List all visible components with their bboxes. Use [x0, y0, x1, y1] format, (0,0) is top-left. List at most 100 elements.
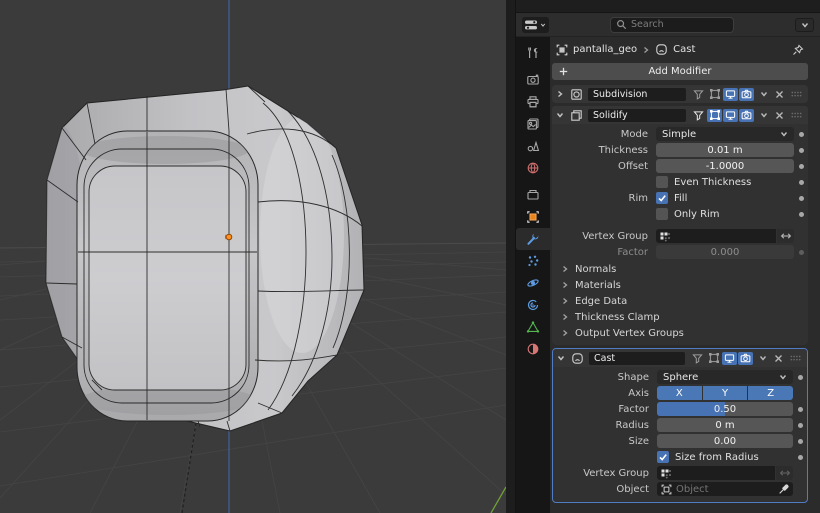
object-origin[interactable]: [224, 233, 233, 241]
object-field[interactable]: Object: [657, 482, 793, 496]
blender-window: pantalla_geo Cast Add Modifier Subdivisi: [0, 0, 820, 513]
section-edge-data[interactable]: Edge Data: [552, 293, 808, 309]
add-modifier-button[interactable]: Add Modifier: [552, 63, 808, 80]
material-sphere-icon: [526, 342, 540, 356]
thickness-field[interactable]: 0.01 m: [656, 143, 794, 157]
section-label: Normals: [575, 263, 617, 275]
tab-particles[interactable]: [516, 250, 550, 272]
decorator-dot[interactable]: [794, 249, 808, 255]
tab-material[interactable]: [516, 338, 550, 360]
decorator-dot[interactable]: [794, 195, 808, 201]
edit-mode-display-toggle[interactable]: [706, 352, 721, 365]
viewport-display-toggle[interactable]: [722, 351, 737, 365]
vertex-group-filter-toggle[interactable]: [691, 88, 706, 101]
vertex-group-filter-toggle[interactable]: [691, 109, 706, 122]
tab-render[interactable]: [516, 69, 550, 91]
edit-mode-display-toggle[interactable]: [707, 108, 722, 122]
drag-grip-icon[interactable]: [789, 110, 804, 120]
radius-field[interactable]: 0 m: [657, 418, 793, 432]
properties-header: [516, 13, 820, 37]
section-thickness-clamp[interactable]: Thickness Clamp: [552, 309, 808, 325]
decorator-dot[interactable]: [793, 438, 807, 444]
drag-grip-icon[interactable]: [788, 353, 803, 363]
breadcrumb-object[interactable]: pantalla_geo: [573, 44, 637, 55]
close-icon[interactable]: [773, 90, 786, 99]
breadcrumb-active[interactable]: Cast: [673, 44, 695, 55]
render-display-toggle[interactable]: [738, 351, 753, 365]
render-display-toggle[interactable]: [739, 87, 754, 101]
tab-object[interactable]: [516, 206, 550, 228]
decorator-dot[interactable]: [793, 406, 807, 412]
tab-world[interactable]: [516, 157, 550, 179]
section-normals[interactable]: Normals: [552, 261, 808, 277]
tab-tool[interactable]: [516, 42, 550, 64]
vertex-group-field[interactable]: [657, 466, 775, 480]
factor-slider[interactable]: 0.50: [657, 402, 793, 416]
object-row: Object Object: [553, 482, 807, 496]
3d-viewport[interactable]: [0, 0, 506, 513]
decorator-dot[interactable]: [793, 454, 807, 460]
decorator-dot[interactable]: [794, 211, 808, 217]
viewport-display-toggle[interactable]: [723, 108, 738, 122]
section-output-vertex-groups[interactable]: Output Vertex Groups: [552, 325, 808, 341]
chevron-right-icon: [561, 281, 569, 289]
mesh-object[interactable]: [32, 85, 365, 432]
size-from-radius-checkbox[interactable]: [657, 451, 669, 463]
collapse-chevron-icon[interactable]: [557, 354, 568, 362]
eyedropper-icon[interactable]: [778, 484, 789, 495]
axis-z-button[interactable]: Z: [748, 386, 794, 400]
size-field[interactable]: 0.00: [657, 434, 793, 448]
close-icon[interactable]: [772, 354, 785, 363]
editor-type-button[interactable]: [522, 16, 549, 33]
extras-chevron-icon[interactable]: [757, 90, 770, 98]
modifier-name-field[interactable]: Cast: [589, 351, 685, 365]
tab-scene[interactable]: [516, 135, 550, 157]
decorator-dot[interactable]: [793, 374, 807, 380]
tab-object-data[interactable]: [516, 316, 550, 338]
modifier-panel-solidify: Solidify Mode Simple Thickness 0.01 m Of…: [552, 106, 808, 345]
decorator-dot[interactable]: [794, 131, 808, 137]
shape-dropdown[interactable]: Sphere: [657, 370, 793, 384]
axis-x-button[interactable]: X: [657, 386, 702, 400]
edit-mode-display-toggle[interactable]: [707, 88, 722, 101]
drag-grip-icon[interactable]: [789, 89, 804, 99]
vertex-group-field[interactable]: [656, 229, 776, 243]
vertex-group-filter-toggle[interactable]: [690, 352, 705, 365]
offset-field[interactable]: -1.0000: [656, 159, 794, 173]
extras-chevron-icon[interactable]: [757, 111, 770, 119]
search-box[interactable]: [610, 16, 734, 33]
factor-slider[interactable]: 0.000: [656, 245, 794, 259]
decorator-dot[interactable]: [794, 179, 808, 185]
properties-tab-column: [516, 37, 550, 513]
header-options-button[interactable]: [795, 17, 814, 32]
tab-constraints[interactable]: [516, 294, 550, 316]
render-display-toggle[interactable]: [739, 108, 754, 122]
tab-view-layer[interactable]: [516, 113, 550, 135]
expand-chevron-icon[interactable]: [556, 90, 567, 98]
tab-output[interactable]: [516, 91, 550, 113]
collapse-chevron-icon[interactable]: [556, 111, 567, 119]
section-materials[interactable]: Materials: [552, 277, 808, 293]
modifier-name-field[interactable]: Solidify: [588, 108, 686, 122]
region-divider[interactable]: [506, 0, 516, 513]
tab-modifiers[interactable]: [516, 228, 550, 250]
tab-physics[interactable]: [516, 272, 550, 294]
invert-vertex-group-button[interactable]: [777, 229, 794, 243]
invert-vertex-group-button[interactable]: [776, 466, 793, 480]
even-thickness-checkbox[interactable]: [656, 176, 668, 188]
extras-chevron-icon[interactable]: [756, 354, 769, 362]
modifier-name-field[interactable]: Subdivision: [588, 87, 686, 101]
axis-y-button[interactable]: Y: [702, 386, 748, 400]
mode-dropdown[interactable]: Simple: [656, 127, 794, 141]
search-input[interactable]: [631, 19, 715, 30]
close-icon[interactable]: [773, 111, 786, 120]
decorator-dot[interactable]: [794, 163, 808, 169]
decorator-dot[interactable]: [793, 422, 807, 428]
tab-collection[interactable]: [516, 184, 550, 206]
decorator-dot[interactable]: [794, 147, 808, 153]
fill-checkbox[interactable]: [656, 192, 668, 204]
pin-icon[interactable]: [792, 44, 804, 56]
viewport-display-toggle[interactable]: [723, 87, 738, 101]
only-rim-checkbox[interactable]: [656, 208, 668, 220]
object-label: Object: [616, 483, 649, 495]
